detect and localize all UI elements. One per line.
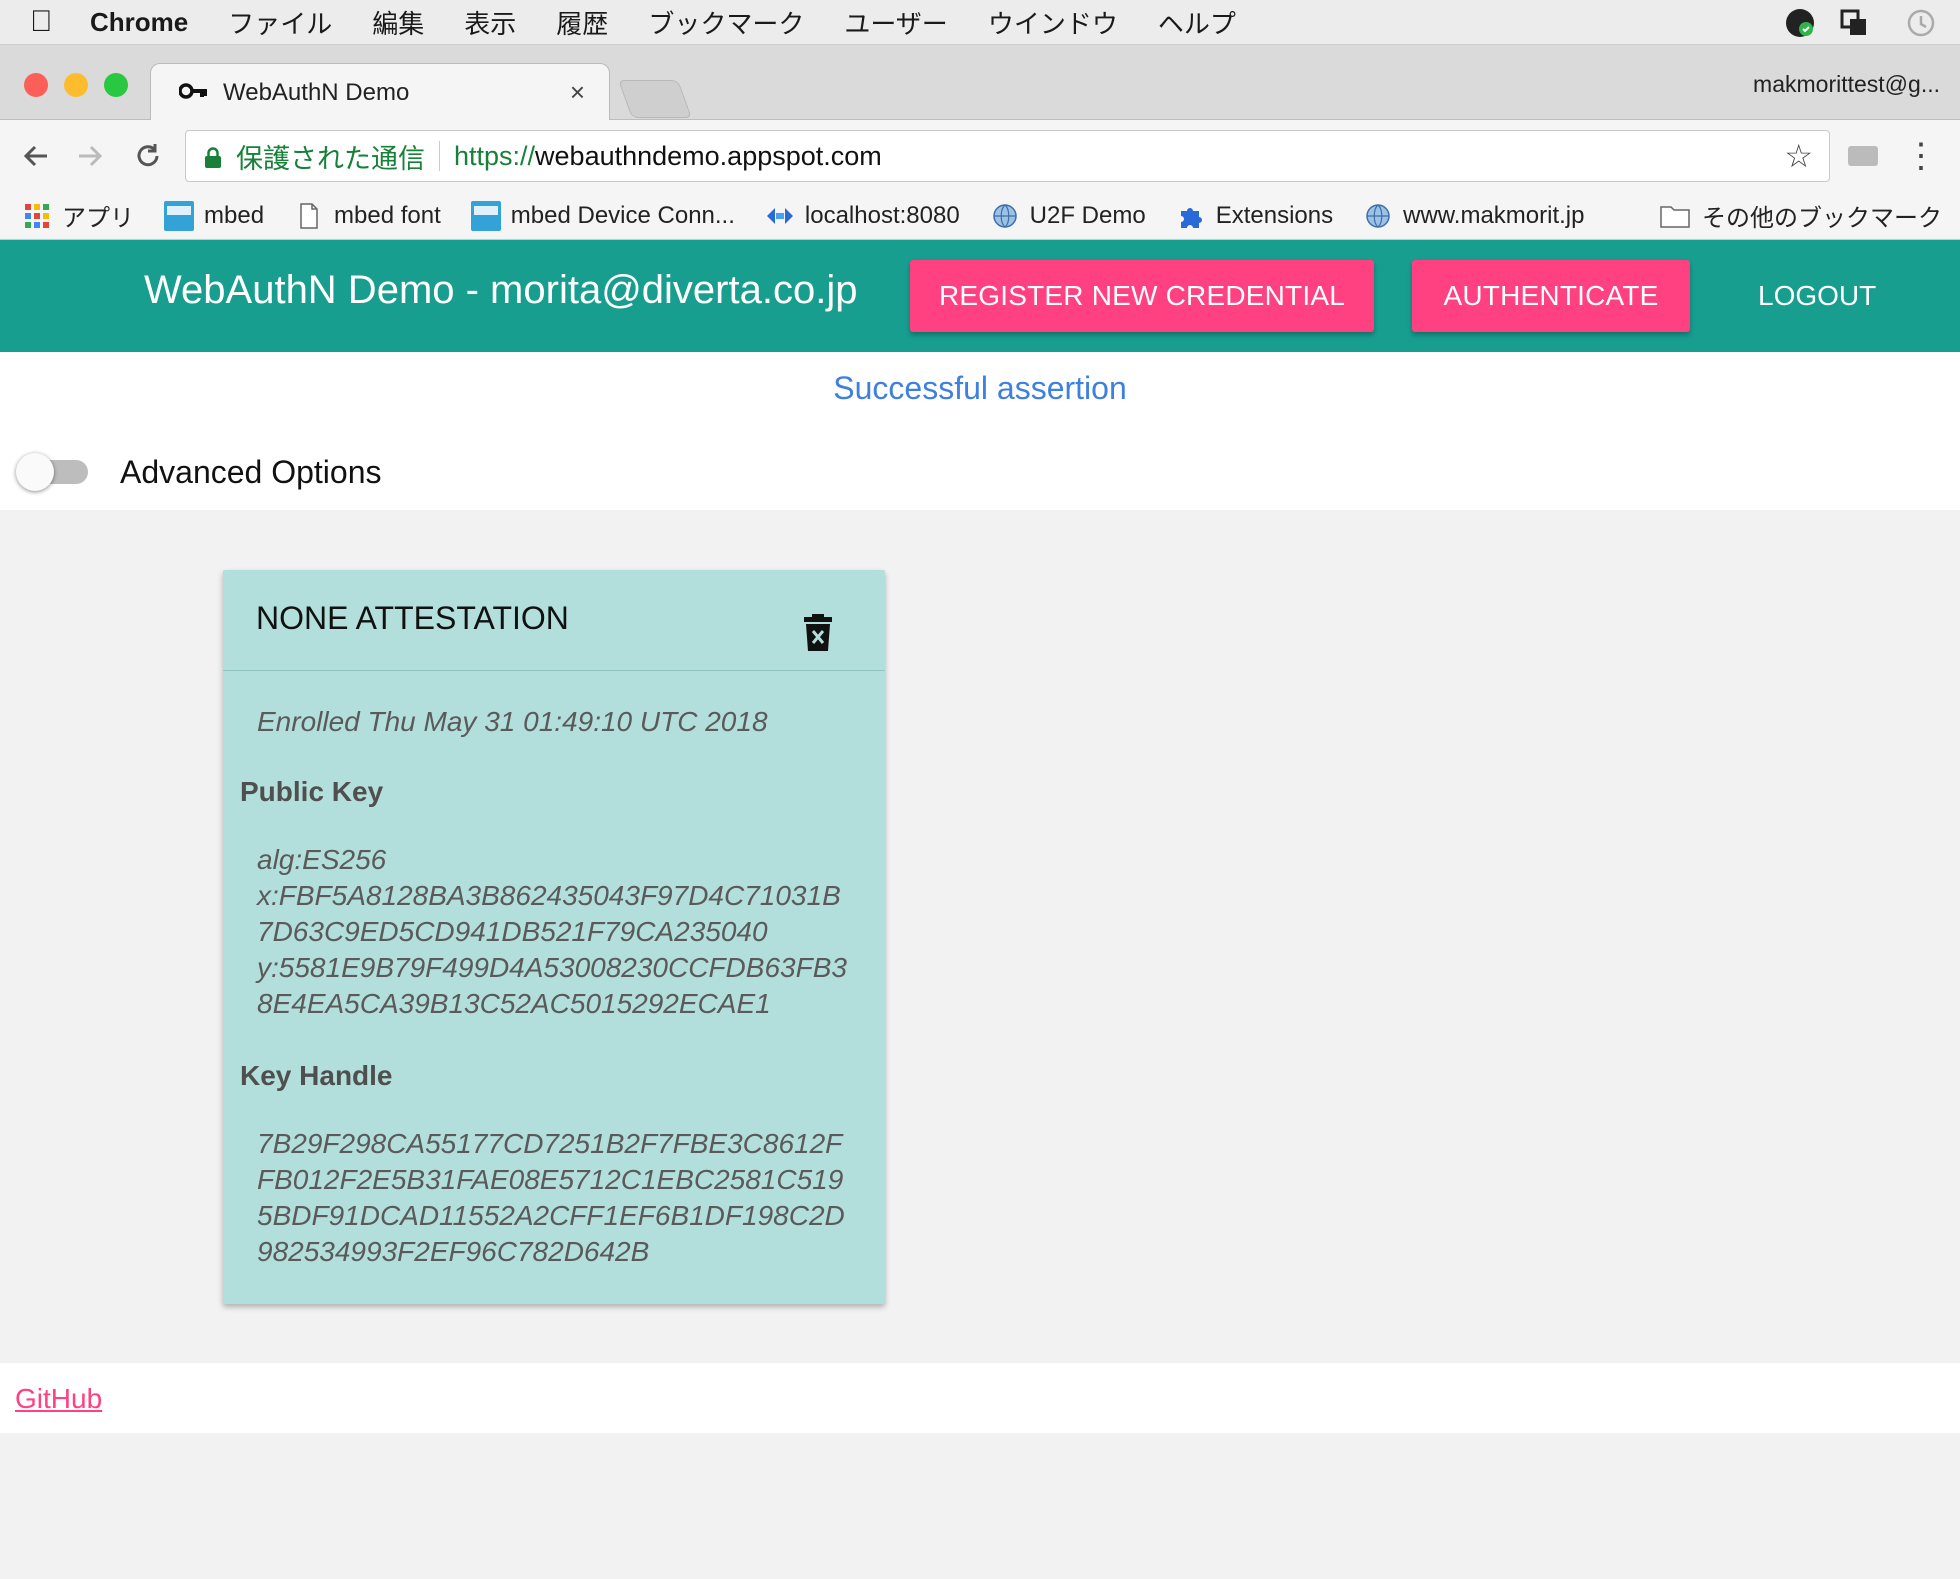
other-bookmarks[interactable]: その他のブックマーク [1660,198,1942,233]
public-key-value: alg:ES256 x:FBF5A8128BA3B862435043F97D4C… [257,842,867,1022]
public-key-line: 7D63C9ED5CD941DB521F79CA235040 [257,916,768,947]
key-handle-line: 5BDF91DCAD11552A2CFF1EF6B1DF198C2D [257,1200,845,1231]
bookmark-makmorit[interactable]: www.makmorit.jp [1363,201,1584,231]
back-arrow-icon[interactable] [16,136,56,176]
globe-icon [990,201,1020,231]
menu-history[interactable]: 履歴 [556,4,608,41]
menu-help[interactable]: ヘルプ [1158,4,1236,41]
advanced-options-label: Advanced Options [120,454,382,490]
bookmark-label: mbed Device Conn... [510,201,735,229]
key-handle-value: 7B29F298CA55177CD7251B2F7FBE3C8612F FB01… [257,1126,867,1270]
menu-bookmarks[interactable]: ブックマーク [648,4,804,41]
time-machine-icon[interactable] [1902,5,1938,41]
menu-view[interactable]: 表示 [464,4,516,41]
tab-strip: WebAuthN Demo × makmorittest@g... [0,45,1960,121]
globe-icon [1363,201,1393,231]
bookmark-label: mbed font [334,201,441,229]
menu-window[interactable]: ウインドウ [988,4,1118,41]
key-handle-line: FB012F2E5B31FAE08E5712C1EBC2581C519 [257,1164,844,1195]
folder-icon [1660,201,1694,231]
menu-file[interactable]: ファイル [228,4,332,41]
bookmark-label: mbed [204,201,265,229]
puzzle-piece-icon [1176,201,1206,231]
bookmark-label: localhost:8080 [804,201,960,229]
delete-trash-icon[interactable] [803,614,833,652]
apple-icon[interactable]:  [30,5,90,39]
status-account-icon[interactable] [1782,5,1818,41]
status-message: Successful assertion [833,370,1127,406]
lock-icon[interactable] [204,145,222,168]
menu-edit[interactable]: 編集 [372,4,424,41]
app-title: WebAuthN Demo - morita@diverta.co.jp [144,268,858,312]
credential-card: NONE ATTESTATION Enrolled Thu May 31 01:… [223,570,885,1304]
apps-grid-icon [22,201,52,231]
public-key-line: x:FBF5A8128BA3B862435043F97D4C71031B [257,880,841,911]
code-diamond-icon [765,201,795,231]
tab-title: WebAuthN Demo [223,78,410,106]
logout-button[interactable]: LOGOUT [1758,280,1876,312]
key-icon [178,79,209,107]
page-icon [294,201,324,231]
key-handle-line: 7B29F298CA55177CD7251B2F7FBE3C8612F [257,1128,843,1159]
bookmark-u2f-demo[interactable]: U2F Demo [990,201,1146,231]
forward-arrow-icon[interactable] [70,136,110,176]
bookmark-label: www.makmorit.jp [1403,201,1585,229]
reload-icon[interactable] [128,136,168,176]
public-key-line: y:5581E9B79F499D4A53008230CCFDB63FB3 [257,952,847,983]
arm-mbed-icon [470,200,501,231]
bookmark-label: アプリ [62,205,134,232]
public-key-heading: Public Key [240,776,384,807]
chrome-menu-icon[interactable]: ⋮ [1904,138,1938,174]
screen-share-icon[interactable] [1836,5,1872,41]
url-scheme: https:// [454,140,536,171]
bookmark-localhost[interactable]: localhost:8080 [765,201,960,231]
card-header: NONE ATTESTATION [223,570,885,671]
address-separator [439,141,440,171]
tab-webauthn-demo[interactable]: WebAuthN Demo × [150,63,610,121]
extension-icon[interactable] [1848,146,1878,166]
other-bookmarks-label: その他のブックマーク [1702,205,1942,232]
bookmark-label: Extensions [1215,201,1334,229]
key-handle-line: 982534993F2EF96C782D642B [257,1236,650,1267]
bookmarks-bar: アプリ mbed mbed font mbed Device Conn... l… [0,192,1960,240]
secure-connection-label[interactable]: 保護された通信 [236,137,425,176]
menu-app-chrome[interactable]: Chrome [90,7,188,38]
bookmark-mbed[interactable]: mbed [164,200,265,231]
new-tab-button[interactable] [618,80,692,118]
window-close-button[interactable] [24,73,48,97]
key-handle-heading: Key Handle [240,1060,393,1091]
window-zoom-button[interactable] [104,73,128,97]
arm-mbed-icon [164,200,194,231]
bookmark-extensions[interactable]: Extensions [1176,201,1333,231]
footer [0,1363,1960,1433]
enrolled-date: Enrolled Thu May 31 01:49:10 UTC 2018 [257,706,768,737]
macos-menu-bar:  Chrome ファイル 編集 表示 履歴 ブックマーク ユーザー ウインドウ… [0,0,1960,45]
github-link[interactable]: GitHub [15,1383,102,1415]
authenticate-button[interactable]: AUTHENTICATE [1412,260,1690,332]
bookmark-apps[interactable]: アプリ [22,198,134,233]
window-minimize-button[interactable] [64,73,88,97]
bookmark-label: U2F Demo [1029,201,1146,229]
bookmark-mbed-device-conn[interactable]: mbed Device Conn... [470,200,735,231]
register-new-credential-button[interactable]: REGISTER NEW CREDENTIAL [910,260,1374,332]
advanced-options-toggle[interactable] [16,453,54,491]
browser-toolbar: 保護された通信 https:// webauthndemo.appspot.co… [0,120,1960,192]
menu-user[interactable]: ユーザー [844,4,947,41]
url-host: webauthndemo.appspot.com [535,140,882,171]
app-header: WebAuthN Demo - morita@diverta.co.jp REG… [0,240,1960,352]
tab-close-icon[interactable]: × [570,77,585,108]
public-key-line: alg:ES256 [257,844,387,875]
bookmark-mbed-font[interactable]: mbed font [294,201,441,231]
public-key-line: 8E4EA5CA39B13C52AC5015292ECAE1 [257,988,771,1019]
card-title: NONE ATTESTATION [256,600,569,636]
bookmark-star-icon[interactable]: ☆ [1784,137,1813,175]
address-bar[interactable]: 保護された通信 https:// webauthndemo.appspot.co… [185,130,1830,182]
profile-name[interactable]: makmorittest@g... [1753,71,1940,98]
